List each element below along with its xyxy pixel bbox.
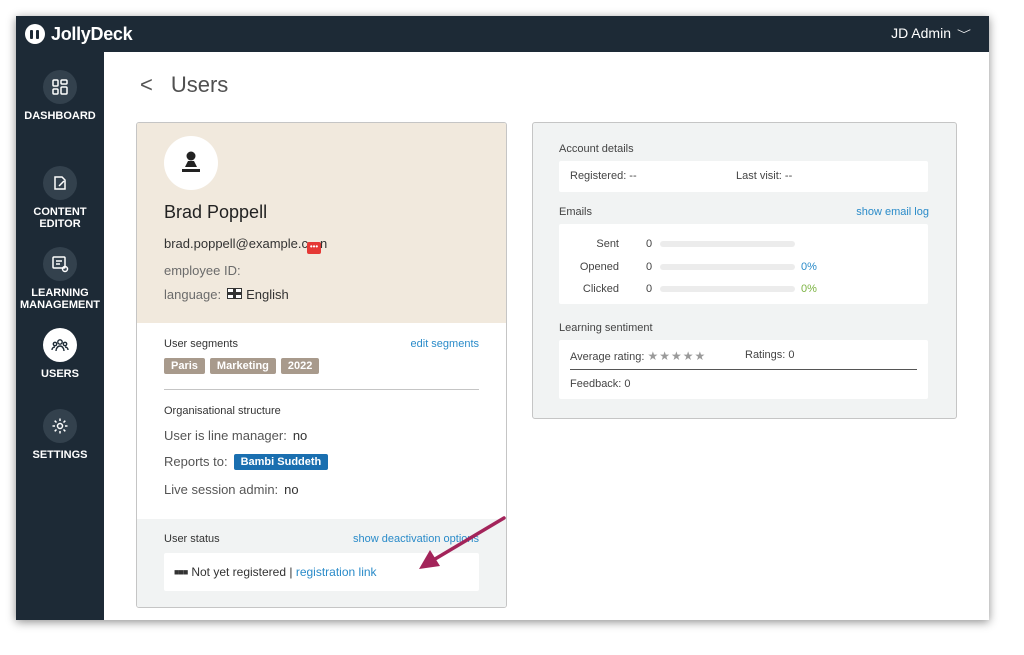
account-label: JD Admin — [891, 25, 951, 41]
email-text: brad.poppell@example.c — [164, 236, 309, 251]
language: language: English — [164, 287, 289, 302]
language-value: English — [246, 287, 289, 302]
app-name: JollyDeck — [51, 23, 133, 44]
language-label: language: — [164, 287, 222, 302]
more-icon[interactable]: ••• — [307, 242, 322, 254]
chevron-down-icon: ﹀ — [957, 29, 971, 41]
segment-tag: 2022 — [280, 358, 320, 374]
avatar — [164, 136, 218, 190]
reports-to-badge[interactable]: Bambi Suddeth — [233, 454, 329, 470]
sidebar: DASHBOARD CONTENT EDITOR LEARNING MANAGE… — [16, 52, 104, 620]
line-manager-row: User is line manager: no — [164, 428, 307, 443]
account-details-box: Registered: -- Last visit: -- — [559, 161, 928, 192]
divider — [164, 389, 479, 390]
live-admin-value: no — [284, 482, 299, 497]
clicked-count: 0 — [646, 283, 653, 295]
nav-label-settings: SETTINGS — [32, 449, 88, 461]
nav-item-users[interactable]: USERS — [16, 328, 104, 380]
nav-item-dashboard[interactable]: DASHBOARD — [16, 70, 104, 122]
page-header: < Users — [140, 72, 228, 98]
sent-label: Sent — [596, 238, 619, 250]
deactivation-options-link[interactable]: show deactivation options — [353, 533, 479, 545]
clicked-bar — [660, 286, 795, 292]
clicked-percent: 0% — [801, 283, 817, 295]
status-value: Not yet registered | — [191, 565, 293, 579]
dashboard-icon — [43, 70, 77, 104]
star-rating-icon: ★★★★★ — [647, 349, 707, 363]
employee-id: employee ID: — [164, 263, 241, 278]
user-name: Brad Poppell — [164, 202, 268, 222]
app-window: JollyDeck JD Admin ﹀ DASHBOARD CONTENT E… — [16, 16, 989, 620]
edit-segments-link[interactable]: edit segments — [411, 338, 479, 350]
account-menu[interactable]: JD Admin ﹀ — [891, 25, 971, 41]
emails-box: Sent 0 Opened 0 0% Clicked 0 0% — [559, 224, 928, 304]
line-manager-label: User is line manager: — [164, 428, 287, 443]
opened-bar — [660, 264, 795, 270]
reports-to-row: Reports to: Bambi Suddeth — [164, 454, 329, 470]
nav-label-users: USERS — [41, 368, 79, 380]
live-admin-label: Live session admin: — [164, 482, 279, 497]
top-bar: JollyDeck JD Admin ﹀ — [16, 16, 989, 52]
registered: Registered: -- — [570, 170, 637, 182]
nav-label-dashboard: DASHBOARD — [24, 110, 96, 122]
reports-to-label: Reports to: — [164, 454, 228, 469]
gear-icon — [43, 409, 77, 443]
account-details-title: Account details — [559, 143, 634, 155]
account-stats-card: Account details Registered: -- Last visi… — [532, 122, 957, 419]
sentiment-box: Average rating: ★★★★★ Ratings: 0 Feedbac… — [559, 340, 928, 399]
feedback-count: Feedback: 0 — [570, 378, 631, 390]
nav-label-content-editor: CONTENT EDITOR — [33, 206, 87, 230]
average-rating-label: Average rating: — [570, 351, 645, 363]
divider — [570, 369, 917, 370]
back-arrow-icon[interactable]: < — [140, 72, 153, 98]
registration-link[interactable]: registration link — [296, 565, 377, 579]
email-log-link[interactable]: show email log — [856, 206, 929, 218]
segments-title: User segments — [164, 338, 238, 350]
opened-count: 0 — [646, 261, 653, 273]
email-text-end: n — [320, 236, 328, 251]
segment-tags: Paris Marketing 2022 — [164, 358, 324, 374]
users-icon — [43, 328, 77, 362]
nav-item-learning-management[interactable]: LEARNING MANAGEMENT — [16, 247, 104, 311]
nav-label-learning-management: LEARNING MANAGEMENT — [19, 287, 101, 311]
nav-item-content-editor[interactable]: CONTENT EDITOR — [16, 166, 104, 230]
user-email: brad.poppell@example.c ••• n — [164, 236, 327, 254]
sent-count: 0 — [646, 238, 653, 250]
user-avatar-icon — [182, 151, 200, 172]
user-profile-card: Brad Poppell brad.poppell@example.c ••• n … — [136, 122, 507, 608]
nav-item-settings[interactable]: SETTINGS — [16, 409, 104, 461]
org-title: Organisational structure — [164, 405, 281, 417]
segment-tag: Marketing — [209, 358, 276, 374]
opened-percent: 0% — [801, 261, 817, 273]
emails-title: Emails — [559, 206, 593, 218]
average-rating: Average rating: ★★★★★ — [570, 349, 706, 363]
status-text: ■■■ Not yet registered | registration lin… — [174, 565, 377, 579]
last-visit: Last visit: -- — [736, 170, 793, 182]
status-dots-icon: ■■■ — [174, 567, 188, 577]
segment-tag: Paris — [164, 358, 205, 374]
page-title: Users — [170, 72, 229, 97]
opened-label: Opened — [579, 261, 619, 273]
clicked-label: Clicked — [582, 283, 619, 295]
jollydeck-logo-icon — [25, 24, 45, 44]
learning-management-icon — [43, 247, 77, 281]
status-title: User status — [164, 533, 220, 545]
main-content: < Users Brad Poppell brad.poppell@exampl… — [104, 52, 989, 620]
line-manager-value: no — [292, 428, 308, 443]
sent-bar — [660, 241, 795, 247]
uk-flag-icon — [227, 288, 243, 299]
app-logo[interactable]: JollyDeck — [25, 23, 133, 45]
sentiment-title: Learning sentiment — [559, 322, 653, 334]
live-admin-row: Live session admin: no — [164, 482, 299, 497]
status-box: ■■■ Not yet registered | registration lin… — [164, 553, 479, 591]
profile-header: Brad Poppell brad.poppell@example.c ••• n … — [137, 123, 506, 323]
ratings-count: Ratings: 0 — [745, 349, 795, 361]
user-status-section: User status show deactivation options ■■… — [137, 519, 506, 607]
edit-document-icon — [43, 166, 77, 200]
